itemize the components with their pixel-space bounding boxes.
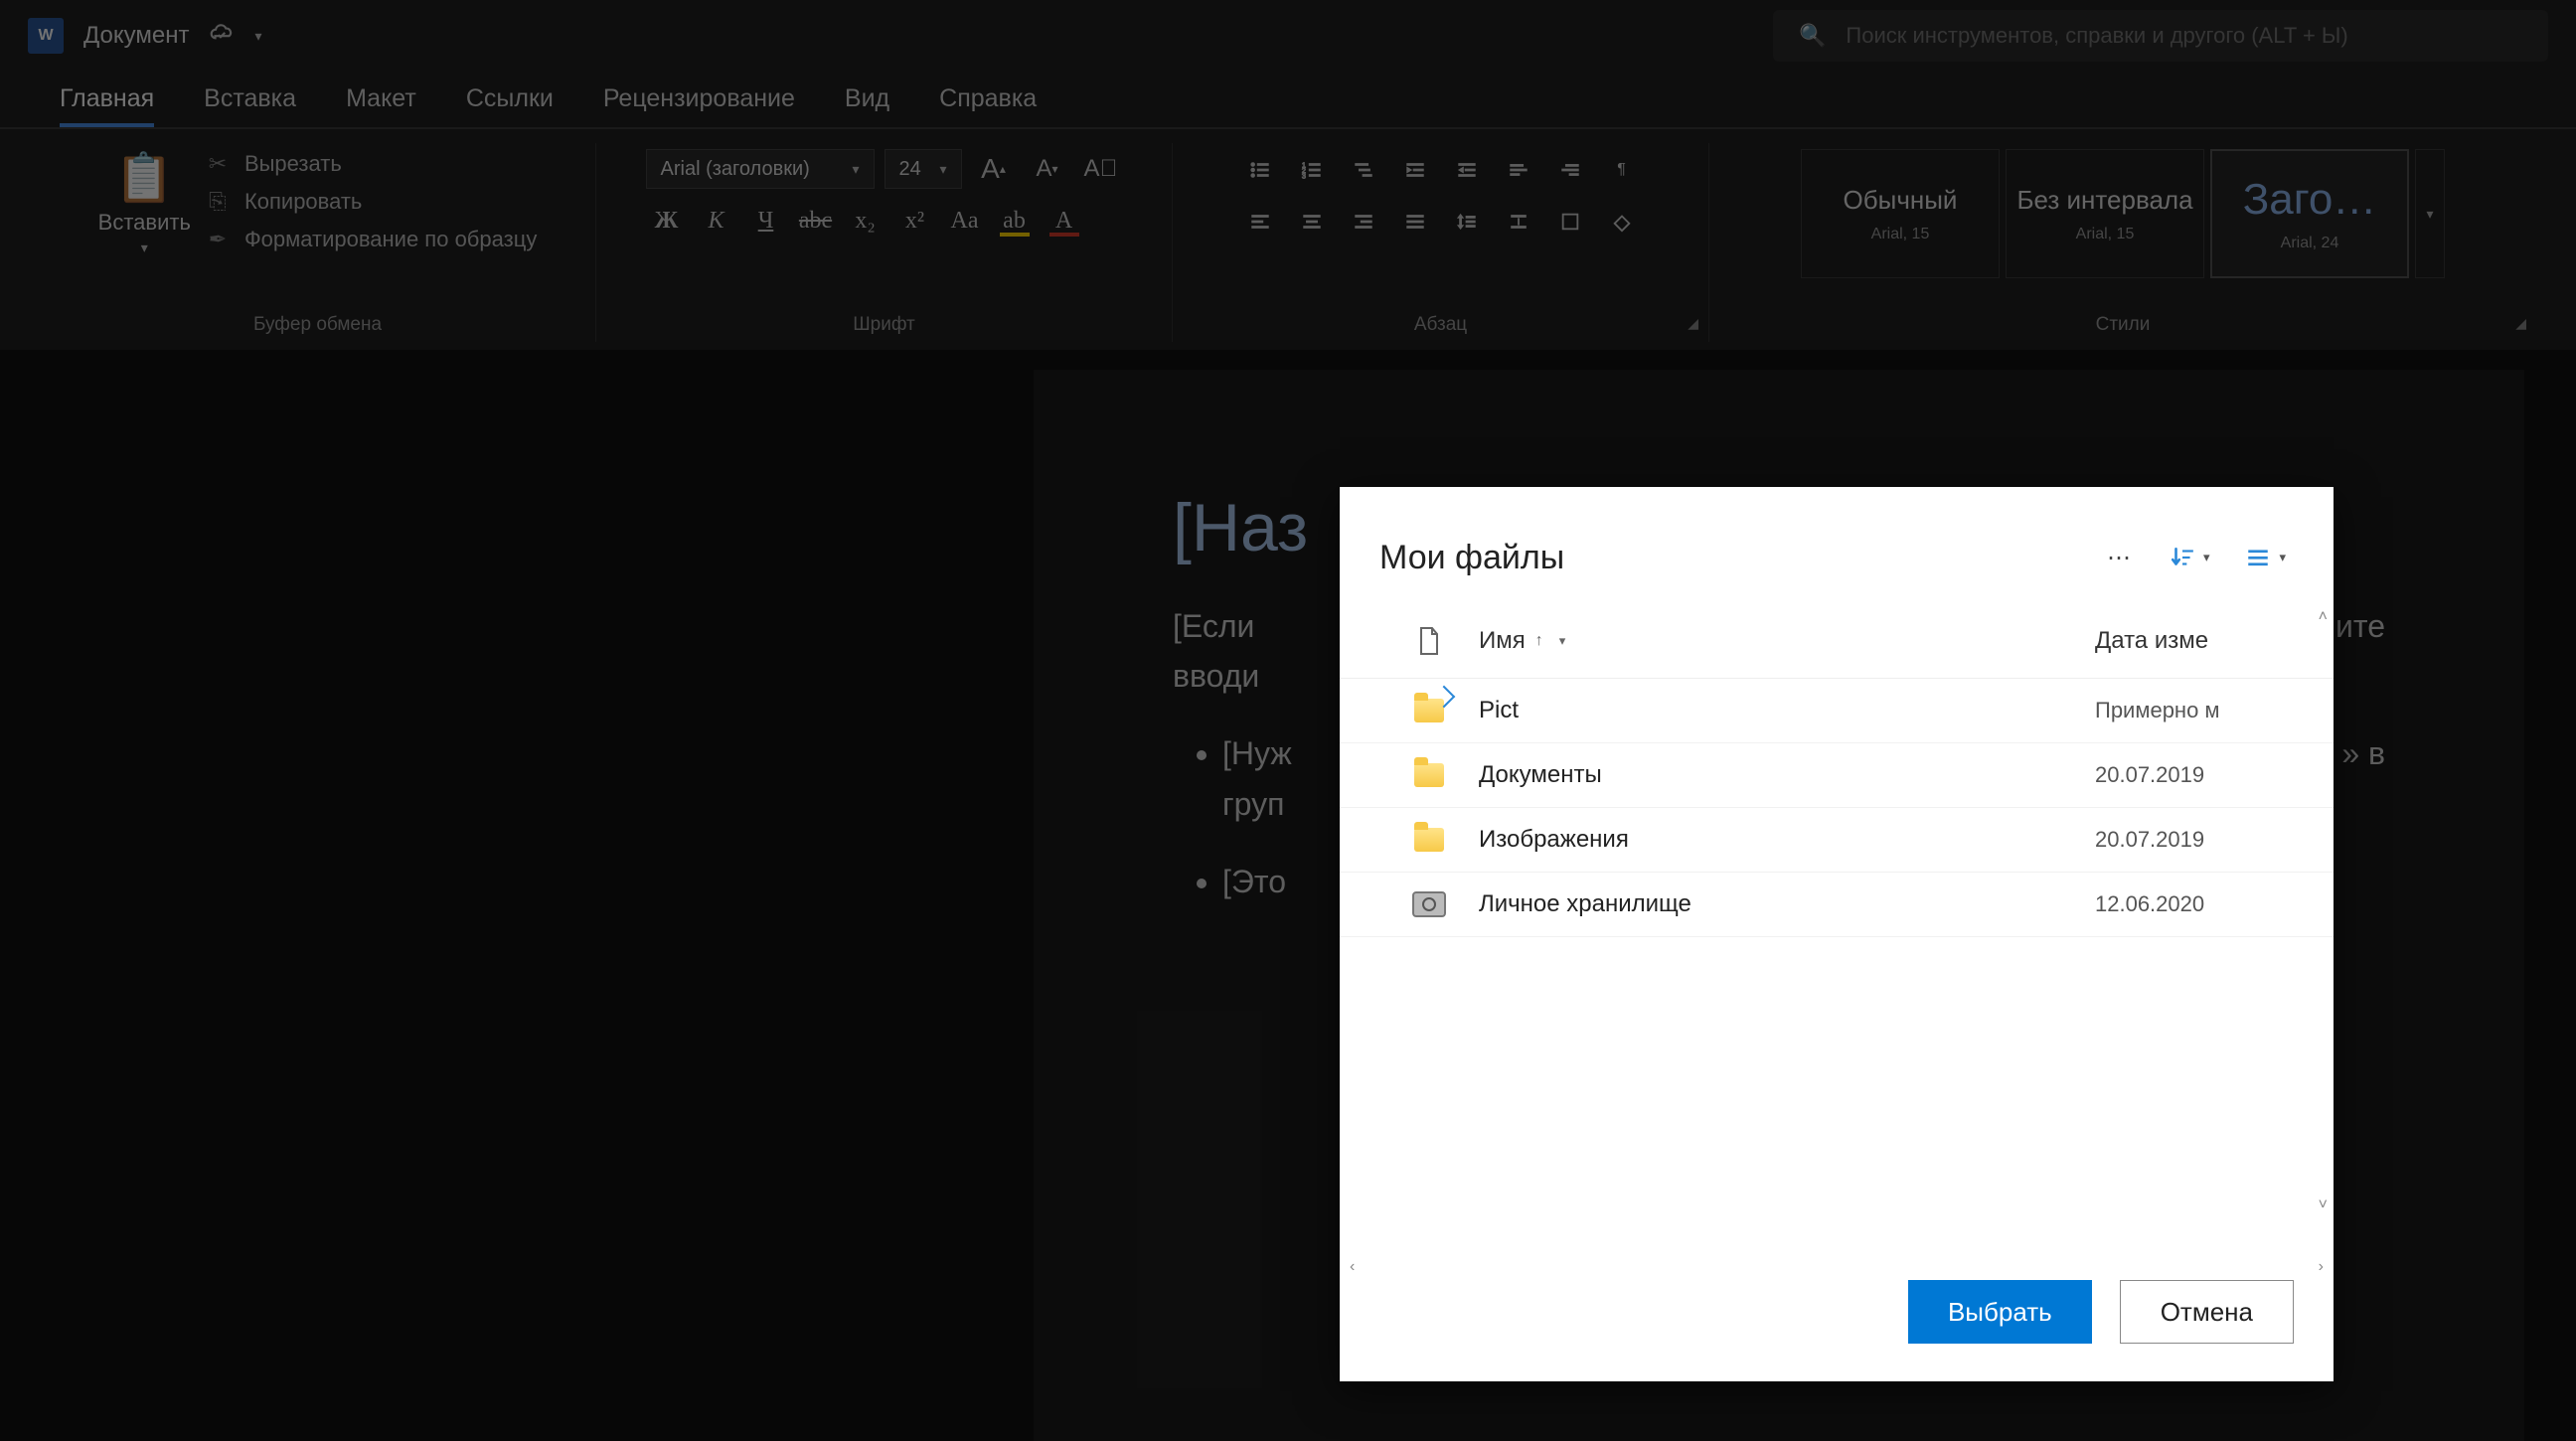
folder-icon [1399,699,1459,722]
file-picker-dialog: Мои файлы ⋯ ▾ ▾ ˄ Имя ↑ ▾ Дата изме Pict [1340,487,2334,1381]
file-row[interactable]: Личное хранилище 12.06.2020 [1340,873,2334,937]
file-date: 20.07.2019 [2095,827,2274,853]
name-column-label: Имя [1479,627,1526,655]
file-date: 12.06.2020 [2095,891,2274,917]
scroll-right-icon[interactable]: › [2319,1258,2324,1276]
chevron-down-icon: ▾ [1559,633,1566,649]
chevron-down-icon: ▾ [2203,550,2210,565]
dialog-header: Мои файлы ⋯ ▾ ▾ [1340,487,2334,604]
file-row[interactable]: Pict Примерно м [1340,679,2334,743]
dialog-footer: Выбрать Отмена [1340,1252,2334,1381]
file-type-column-icon[interactable] [1399,626,1459,656]
folder-icon [1399,763,1459,787]
folder-icon [1399,828,1459,852]
file-date: Примерно м [2095,698,2274,723]
file-name: Изображения [1459,826,2095,854]
view-button[interactable]: ▾ [2237,545,2294,570]
sort-button[interactable]: ▾ [2162,545,2218,570]
scroll-up-icon[interactable]: ˄ [2319,608,2328,626]
cancel-button[interactable]: Отмена [2120,1280,2294,1344]
file-name: Документы [1459,761,2095,789]
sort-icon [2170,545,2195,570]
vault-icon [1399,891,1459,917]
select-button[interactable]: Выбрать [1908,1280,2092,1344]
file-row[interactable]: Изображения 20.07.2019 [1340,808,2334,873]
date-column-header[interactable]: Дата изме [2095,627,2274,655]
dialog-more-button[interactable]: ⋯ [2096,535,2142,580]
file-name: Личное хранилище [1459,890,2095,918]
dialog-title: Мои файлы [1379,539,2076,577]
horizontal-scrollbar[interactable]: ‹ › [1340,1218,2334,1252]
column-headers: Имя ↑ ▾ Дата изме [1340,604,2334,679]
name-column-header[interactable]: Имя ↑ ▾ [1459,627,2095,655]
chevron-down-icon: ▾ [2279,550,2286,565]
file-name: Pict [1459,697,2095,724]
scroll-left-icon[interactable]: ‹ [1350,1258,1355,1276]
file-date: 20.07.2019 [2095,762,2274,788]
view-icon [2245,545,2271,570]
file-row[interactable]: Документы 20.07.2019 [1340,743,2334,808]
file-list: ˄ Имя ↑ ▾ Дата изме Pict Примерно м Доку… [1340,604,2334,1218]
sort-asc-icon: ↑ [1535,632,1543,650]
scroll-down-icon[interactable]: ˅ [2319,1197,2328,1214]
